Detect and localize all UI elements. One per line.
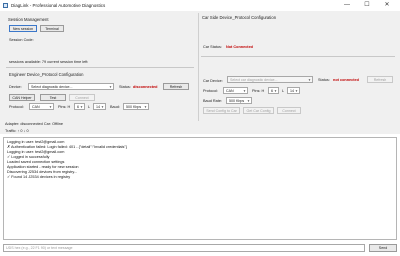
chevron-down-icon: ▼ (308, 78, 311, 82)
car-pin-l-label: L (282, 89, 285, 93)
log-panel[interactable]: Logging in user: test2@gmail.com ✗ Authe… (3, 137, 397, 240)
get-car-config-button[interactable]: Get Car Config (243, 107, 274, 114)
car-divider (201, 56, 395, 57)
car-protocol-label: Protocol: (203, 89, 218, 93)
engineer-status-value: disconnected (133, 85, 158, 89)
car-status-label: Car Status: (203, 45, 222, 49)
car-pin-l-value: 14 (290, 89, 294, 93)
test-button[interactable]: Test (40, 94, 66, 101)
can-helper-button[interactable]: CAN Helper (9, 94, 35, 101)
chevron-down-icon: ▼ (49, 105, 52, 109)
chevron-down-icon: ▼ (243, 89, 246, 93)
minimize-icon[interactable]: — (340, 1, 354, 10)
engineer-status-label: Status: (119, 85, 131, 89)
car-device-label: Car Device: (203, 79, 223, 83)
engineer-baud-label: Baud: (110, 105, 120, 109)
session-code-label: Session Code: (9, 38, 34, 42)
car-connection-status: not connected (333, 78, 359, 82)
car-device-select[interactable]: Select car diagnostic device... ▼ (227, 76, 313, 83)
chevron-down-icon: ▼ (144, 105, 147, 109)
chevron-down-icon: ▼ (101, 105, 104, 109)
terminal-button[interactable]: Terminal (40, 25, 64, 32)
command-input[interactable]: UDS hex (e.g., 22 F1 90) or text message (3, 244, 365, 252)
log-line: ✓ Found 14 J2534 devices in registry (7, 175, 71, 179)
engineer-pins-label: Pins: H (58, 105, 71, 109)
car-pins-label: Pins: H (252, 89, 265, 93)
send-button[interactable]: Send (369, 244, 397, 252)
maximize-icon[interactable]: ☐ (360, 1, 374, 10)
title-bar: DiagLink - Professional Automotive Diagn… (0, 0, 400, 11)
window-title: DiagLink - Professional Automotive Diagn… (11, 3, 106, 8)
car-pin-h-value: 6 (271, 89, 273, 93)
new-session-button[interactable]: New session (9, 25, 37, 32)
car-connect-button[interactable]: Connect (277, 107, 301, 114)
chevron-down-icon: ▼ (247, 99, 250, 103)
engineer-baud-value: 500 Kbps (126, 105, 142, 109)
engineer-pin-l-label: L (88, 105, 91, 109)
car-device-value: Select car diagnostic device... (230, 78, 278, 82)
session-divider (6, 67, 194, 68)
engineer-protocol-select[interactable]: CAN ▼ (29, 103, 54, 110)
traffic-status: Traffic: ↑ 0 ↓ 0 (5, 129, 29, 133)
engineer-device-value: Select diagnostic device... (31, 85, 73, 89)
car-baud-select[interactable]: 500 Kbps ▼ (226, 97, 252, 104)
sessions-info: sessions available: 79 current session t… (9, 60, 89, 64)
engineer-pin-l-select[interactable]: 14 ▼ (93, 103, 106, 110)
chevron-down-icon: ▼ (295, 89, 298, 93)
adapter-status: Adapter: disconnected Car: Offline (5, 122, 63, 126)
send-config-button[interactable]: Send Config to Car (203, 107, 240, 114)
engineer-pin-h-value: 6 (77, 105, 79, 109)
car-pin-l-select[interactable]: 14 ▼ (287, 87, 300, 94)
engineer-connect-button[interactable]: Connect (69, 94, 95, 101)
engineer-pin-l-value: 14 (96, 105, 100, 109)
car-status-label-2: Status: (318, 78, 330, 82)
engineer-baud-select[interactable]: 500 Kbps ▼ (123, 103, 149, 110)
engineer-protocol-value: CAN (32, 105, 40, 109)
car-refresh-button[interactable]: Refresh (367, 76, 393, 83)
session-section-title: Session Management (8, 17, 49, 22)
car-section-title: Car Side Device_Protocol Configuration (202, 15, 277, 20)
panel-divider (198, 13, 199, 121)
engineer-device-select[interactable]: Select diagnostic device... ▼ (28, 83, 114, 90)
engineer-section-title: Engineer Device_Protocol Configuration (9, 72, 84, 77)
engineer-pin-h-select[interactable]: 6 ▼ (74, 103, 85, 110)
car-status-value: Not Connected (226, 45, 253, 49)
engineer-refresh-button[interactable]: Refresh (163, 83, 189, 90)
close-icon[interactable]: ✕ (380, 1, 394, 10)
car-pin-h-select[interactable]: 6 ▼ (268, 87, 279, 94)
chevron-down-icon: ▼ (274, 89, 277, 93)
chevron-down-icon: ▼ (80, 105, 83, 109)
engineer-device-label: Device: (9, 85, 22, 89)
app-icon (3, 3, 8, 8)
car-protocol-select[interactable]: CAN ▼ (223, 87, 248, 94)
car-protocol-value: CAN (226, 89, 234, 93)
car-baud-label: Baud Rate: (203, 99, 222, 103)
chevron-down-icon: ▼ (109, 85, 112, 89)
engineer-protocol-label: Protocol: (9, 105, 24, 109)
car-baud-value: 500 Kbps (229, 99, 245, 103)
